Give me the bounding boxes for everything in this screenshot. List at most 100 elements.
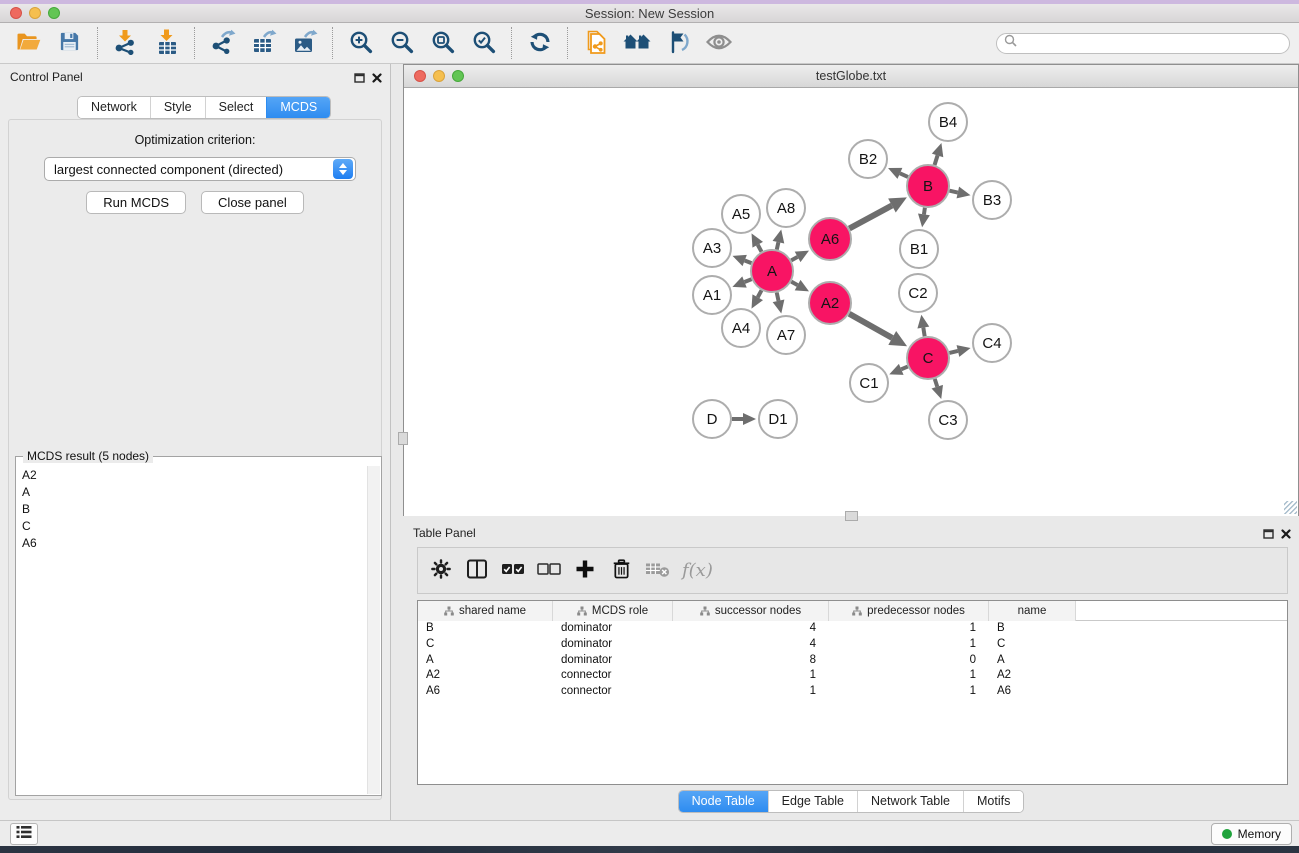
svg-text:B: B (923, 178, 933, 195)
graph-node-B4[interactable]: B4 (929, 103, 967, 141)
graph-node-B1[interactable]: B1 (900, 230, 938, 268)
toolbar-separator (194, 27, 195, 59)
delete-table-button[interactable] (644, 556, 670, 586)
mcds-result-group: MCDS result (5 nodes) A2ABCA6 (15, 456, 382, 796)
import-table-icon (154, 29, 180, 58)
graph-node-A2[interactable]: A2 (809, 282, 851, 324)
table-row[interactable]: Bdominator41B (418, 621, 1287, 637)
zoom-in-button[interactable] (342, 26, 379, 60)
graph-node-A4[interactable]: A4 (722, 309, 760, 347)
result-list-item[interactable]: A2 (16, 466, 367, 483)
tab-node-table[interactable]: Node Table (679, 791, 768, 812)
graph-node-C4[interactable]: C4 (973, 324, 1011, 362)
result-list-item[interactable]: B (16, 500, 367, 517)
run-mcds-button[interactable]: Run MCDS (86, 191, 186, 214)
add-column-button[interactable] (572, 556, 598, 586)
zoom-selected-button[interactable] (465, 26, 502, 60)
graph-node-C2[interactable]: C2 (899, 274, 937, 312)
graph-node-A7[interactable]: A7 (767, 316, 805, 354)
import-table-button[interactable] (148, 26, 185, 60)
graph-node-D1[interactable]: D1 (759, 400, 797, 438)
memory-status-icon (1222, 829, 1232, 839)
tab-select[interactable]: Select (205, 97, 267, 118)
network-window-titlebar[interactable]: testGlobe.txt (404, 65, 1298, 88)
graph-node-A3[interactable]: A3 (693, 229, 731, 267)
float-panel-icon[interactable] (1263, 526, 1274, 544)
result-list-item[interactable]: A (16, 483, 367, 500)
graph-node-B3[interactable]: B3 (973, 181, 1011, 219)
zoom-fit-button[interactable] (424, 26, 461, 60)
network-canvas[interactable]: B4 B2 B B3 A8 A5 A6 A3 B1 A C2 A1 A2 A4A7 C4 C C1 D D1 C3 (404, 89, 1298, 516)
result-list-item[interactable]: A6 (16, 535, 367, 552)
search-input[interactable] (1021, 36, 1289, 50)
app-window: Session: New Session (0, 0, 1299, 853)
control-panel-tabs: NetworkStyleSelectMCDS (77, 96, 331, 119)
save-icon (58, 30, 81, 56)
graph-node-C[interactable]: C (907, 337, 949, 379)
new-network-from-file-button[interactable] (577, 26, 614, 60)
tab-edge-table[interactable]: Edge Table (768, 791, 857, 812)
result-list-item[interactable]: C (16, 518, 367, 535)
show-panels-button[interactable] (10, 823, 38, 845)
node-table: shared nameMCDS rolesuccessor nodesprede… (417, 600, 1288, 785)
tab-style[interactable]: Style (150, 97, 205, 118)
table-row[interactable]: A2connector11A2 (418, 668, 1287, 684)
import-network-button[interactable] (107, 26, 144, 60)
svg-text:A8: A8 (777, 200, 795, 217)
column-header-successor-nodes[interactable]: successor nodes (673, 601, 829, 621)
function-builder-button[interactable]: f(x) (680, 556, 713, 586)
tab-network[interactable]: Network (78, 97, 150, 118)
select-all-button[interactable] (500, 556, 526, 586)
search-field[interactable] (996, 33, 1290, 54)
refresh-icon (528, 30, 552, 57)
show-columns-button[interactable] (464, 556, 490, 586)
open-folder-icon (16, 30, 41, 56)
columns-icon (466, 558, 488, 583)
list-icon (16, 825, 32, 844)
close-panel-icon[interactable] (1281, 526, 1291, 544)
graph-node-C1[interactable]: C1 (850, 364, 888, 402)
graph-node-A8[interactable]: A8 (767, 189, 805, 227)
criterion-select[interactable]: largest connected component (directed) (44, 157, 356, 181)
column-header-predecessor-nodes[interactable]: predecessor nodes (829, 601, 989, 621)
open-session-button[interactable] (10, 26, 47, 60)
delete-column-button[interactable] (608, 556, 634, 586)
result-scrollbar[interactable] (367, 466, 380, 794)
graph-node-A1[interactable]: A1 (693, 276, 731, 314)
close-panel-button[interactable]: Close panel (201, 191, 304, 214)
resize-grip[interactable] (1284, 501, 1297, 514)
apply-layout-button[interactable] (521, 26, 558, 60)
table-settings-button[interactable] (428, 556, 454, 586)
tab-network-table[interactable]: Network Table (857, 791, 963, 812)
memory-button[interactable]: Memory (1211, 823, 1292, 845)
graph-node-A5[interactable]: A5 (722, 195, 760, 233)
tab-mcds[interactable]: MCDS (266, 97, 330, 118)
export-network-button[interactable] (204, 26, 241, 60)
graph-node-B2[interactable]: B2 (849, 140, 887, 178)
export-image-button[interactable] (286, 26, 323, 60)
home-button[interactable] (618, 26, 655, 60)
show-graphics-details-button[interactable] (659, 26, 696, 60)
table-row[interactable]: Adominator80A (418, 653, 1287, 669)
table-row[interactable]: A6connector11A6 (418, 684, 1287, 700)
memory-label: Memory (1238, 827, 1281, 841)
zoom-out-button[interactable] (383, 26, 420, 60)
close-panel-icon[interactable] (372, 70, 382, 88)
graph-node-A[interactable]: A (751, 250, 793, 292)
graph-node-A6[interactable]: A6 (809, 218, 851, 260)
toolbar-separator (511, 27, 512, 59)
float-panel-icon[interactable] (354, 70, 365, 88)
graph-node-B[interactable]: B (907, 165, 949, 207)
column-header-name[interactable]: name (989, 601, 1076, 621)
tab-motifs[interactable]: Motifs (963, 791, 1023, 812)
export-table-button[interactable] (245, 26, 282, 60)
graph-node-D[interactable]: D (693, 400, 731, 438)
table-row[interactable]: Cdominator41C (418, 637, 1287, 653)
column-header-mcds-role[interactable]: MCDS role (553, 601, 673, 621)
graph-node-C3[interactable]: C3 (929, 401, 967, 439)
left-resize-handle[interactable] (398, 432, 408, 445)
show-hide-button[interactable] (700, 26, 737, 60)
column-header-shared-name[interactable]: shared name (418, 601, 553, 621)
save-session-button[interactable] (51, 26, 88, 60)
deselect-all-button[interactable] (536, 556, 562, 586)
